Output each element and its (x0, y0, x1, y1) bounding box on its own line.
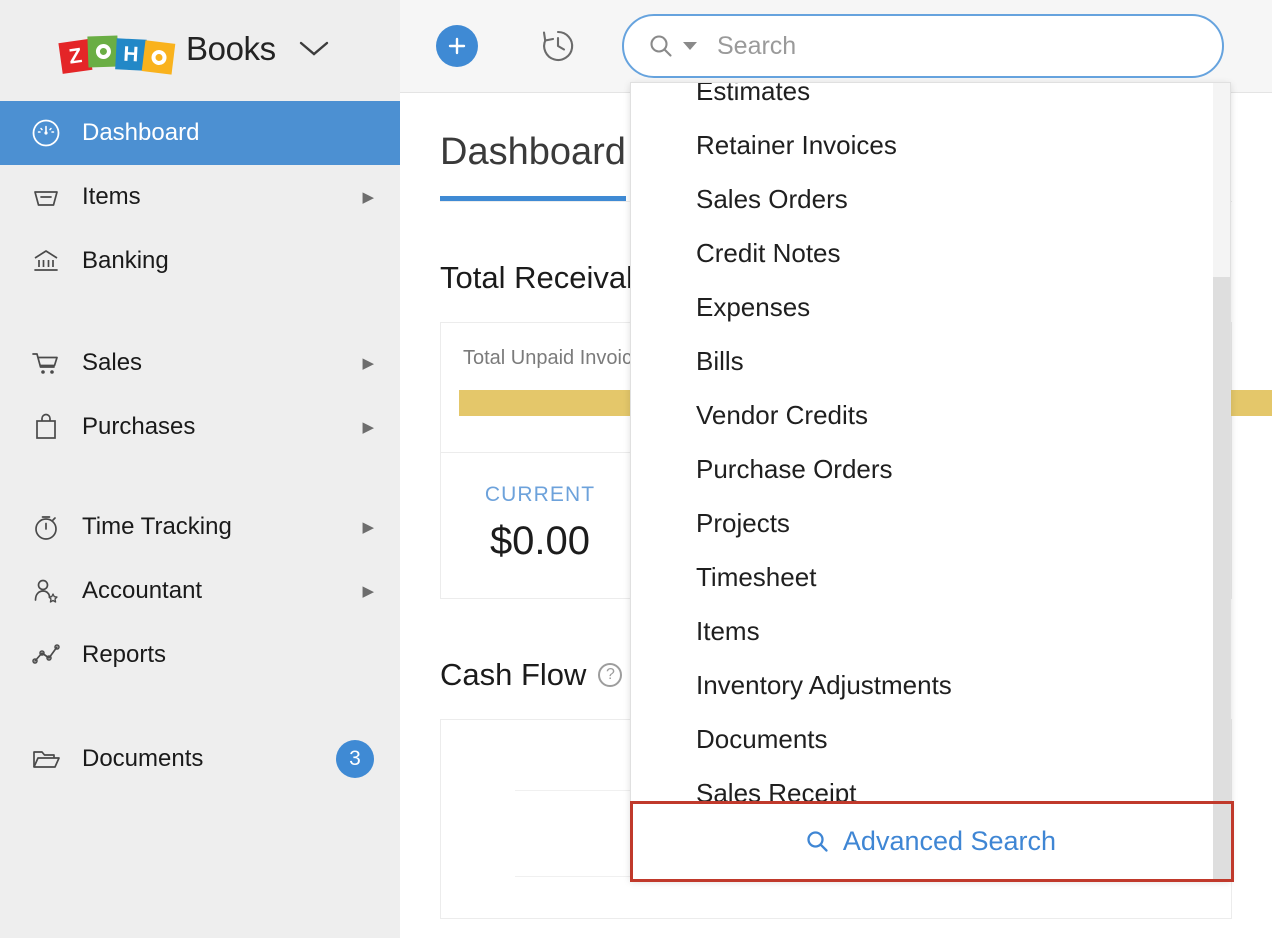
current-kpi: CURRENT $0.00 (441, 453, 639, 598)
nav-spacer (0, 459, 400, 495)
sidebar-item-label: Sales (82, 349, 362, 377)
brand-header[interactable]: Z H Books (0, 0, 400, 98)
sidebar-item-label: Dashboard (82, 119, 374, 147)
search-scope-dropdown[interactable]: Estimates Retainer Invoices Sales Orders… (630, 82, 1231, 880)
sidebar-nav: Dashboard Items ▶ (0, 98, 400, 791)
cart-icon (28, 345, 64, 381)
sidebar-item-label: Purchases (82, 413, 362, 441)
folder-icon (28, 741, 64, 777)
sidebar-item-sales[interactable]: Sales ▶ (0, 331, 400, 395)
sidebar: Z H Books (0, 0, 400, 938)
top-toolbar: Search (400, 0, 1272, 93)
search-input[interactable]: Search (717, 32, 796, 61)
search-scope-item-purchase-orders[interactable]: Purchase Orders (631, 442, 1230, 496)
sidebar-item-reports[interactable]: Reports (0, 623, 400, 687)
search-scope-item-bills[interactable]: Bills (631, 334, 1230, 388)
search-scope-item-credit-notes[interactable]: Credit Notes (631, 226, 1230, 280)
advanced-search-label: Advanced Search (843, 826, 1056, 857)
brand-name: Books (186, 30, 276, 68)
search-scope-item-estimates[interactable]: Estimates (631, 83, 1230, 118)
shopping-bag-icon (28, 409, 64, 445)
search-scope-item-documents[interactable]: Documents (631, 712, 1230, 766)
search-scope-item-sales-receipt[interactable]: Sales Receipt (631, 766, 1230, 803)
sidebar-item-items[interactable]: Items ▶ (0, 165, 400, 229)
sidebar-item-label: Reports (82, 641, 374, 669)
chevron-down-icon[interactable] (298, 39, 330, 59)
recent-history-button[interactable] (536, 24, 580, 68)
search-icon (648, 33, 674, 59)
cashflow-title-text: Cash Flow (440, 657, 586, 693)
search-scope-item-items[interactable]: Items (631, 604, 1230, 658)
logo-cube-o2 (142, 40, 176, 74)
search-scope-item-inventory-adjustments[interactable]: Inventory Adjustments (631, 658, 1230, 712)
user-star-icon (28, 573, 64, 609)
sidebar-item-label: Documents (82, 745, 336, 773)
chevron-right-icon[interactable]: ▶ (362, 584, 374, 599)
status-badge: 3 (336, 740, 374, 778)
sidebar-item-banking[interactable]: Banking (0, 229, 400, 293)
sidebar-item-time-tracking[interactable]: Time Tracking ▶ (0, 495, 400, 559)
sidebar-item-label: Items (82, 183, 362, 211)
zoho-logo: Z H (60, 29, 172, 69)
sidebar-item-purchases[interactable]: Purchases ▶ (0, 395, 400, 459)
search-scope-item-timesheet[interactable]: Timesheet (631, 550, 1230, 604)
stopwatch-icon (28, 509, 64, 545)
chevron-right-icon[interactable]: ▶ (362, 356, 374, 371)
search-scope-chevron-down-icon[interactable] (683, 42, 697, 50)
chevron-right-icon[interactable]: ▶ (362, 190, 374, 205)
current-kpi-label: CURRENT (441, 483, 639, 507)
bank-icon (28, 243, 64, 279)
search-icon (805, 829, 830, 854)
search-scope-item-retainer-invoices[interactable]: Retainer Invoices (631, 118, 1230, 172)
nav-spacer (0, 293, 400, 331)
search-scope-item-projects[interactable]: Projects (631, 496, 1230, 550)
dropdown-scrollbar-thumb[interactable] (1213, 83, 1230, 277)
help-circle-icon[interactable]: ? (598, 663, 622, 687)
global-search-bar[interactable]: Search (622, 14, 1224, 78)
app-root: Z H Books (0, 0, 1272, 938)
chevron-right-icon[interactable]: ▶ (362, 520, 374, 535)
search-scope-list-inner: Estimates Retainer Invoices Sales Orders… (631, 83, 1230, 803)
search-scope-item-vendor-credits[interactable]: Vendor Credits (631, 388, 1230, 442)
current-kpi-value: $0.00 (441, 519, 639, 564)
add-new-button[interactable] (436, 25, 478, 67)
logo-cube-o1 (87, 35, 118, 67)
search-scope-item-expenses[interactable]: Expenses (631, 280, 1230, 334)
logo-ring (150, 49, 167, 66)
logo-ring (95, 44, 111, 60)
sidebar-item-dashboard[interactable]: Dashboard (0, 101, 400, 165)
sidebar-item-label: Accountant (82, 577, 362, 605)
search-scope-item-sales-orders[interactable]: Sales Orders (631, 172, 1230, 226)
sidebar-item-label: Time Tracking (82, 513, 362, 541)
chevron-right-icon[interactable]: ▶ (362, 420, 374, 435)
search-scope-list: Estimates Retainer Invoices Sales Orders… (631, 83, 1230, 803)
sidebar-item-label: Banking (82, 247, 374, 275)
dropdown-scrollbar[interactable] (1213, 83, 1230, 879)
nav-spacer (0, 687, 400, 727)
dashboard-gauge-icon (28, 115, 64, 151)
line-chart-icon (28, 637, 64, 673)
sidebar-item-accountant[interactable]: Accountant ▶ (0, 559, 400, 623)
sidebar-item-documents[interactable]: Documents 3 (0, 727, 400, 791)
basket-icon (28, 179, 64, 215)
advanced-search-button[interactable]: Advanced Search (631, 803, 1230, 879)
page-title: Dashboard (440, 93, 626, 201)
